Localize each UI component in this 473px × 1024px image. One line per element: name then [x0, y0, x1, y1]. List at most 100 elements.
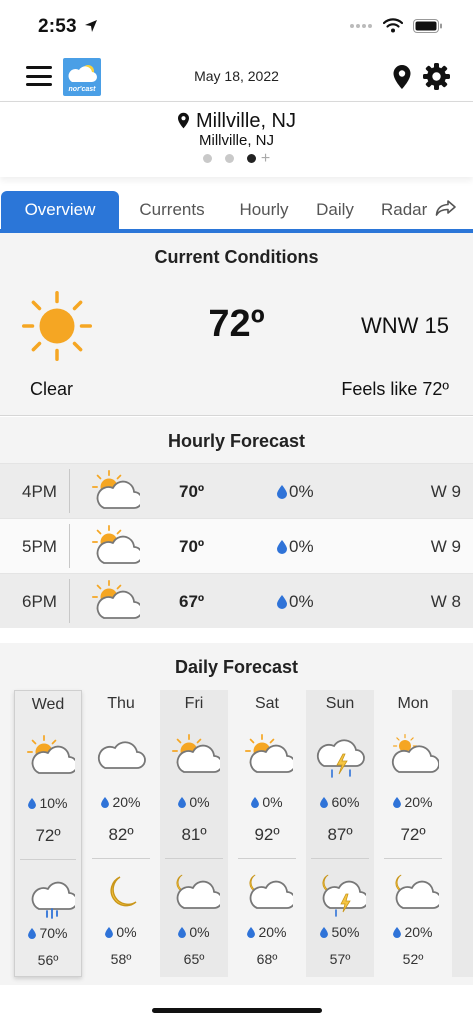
day-precip: 60%: [306, 794, 374, 810]
hour-temp: 70º: [179, 537, 205, 556]
hourly-row[interactable]: 4PM 70º 0% W 9: [0, 463, 473, 518]
home-indicator[interactable]: [152, 1008, 322, 1013]
raindrop-icon: [105, 927, 114, 938]
map-pin-icon: [177, 112, 190, 129]
partly-cloudy-night-icon: [395, 874, 439, 909]
hour-precip: 0%: [277, 482, 314, 502]
day-column-wed[interactable]: Wed 10% 72º 70% 56º: [14, 690, 82, 977]
raindrop-icon: [320, 797, 329, 808]
day-low: 65º: [183, 951, 205, 967]
status-bar: 2:53: [0, 0, 473, 54]
tab-hourly[interactable]: Hourly: [228, 191, 300, 229]
location-bar[interactable]: Millville, NJ Millville, NJ +: [0, 101, 473, 177]
share-arrow-icon: [435, 200, 456, 216]
night-precip: 0%: [87, 924, 155, 940]
night-precip: 70%: [15, 925, 81, 941]
location-arrow-icon: [85, 20, 98, 32]
status-time: 2:53: [38, 16, 98, 38]
status-icons: [349, 18, 443, 33]
raindrop-icon: [247, 927, 256, 938]
partly-sunny-icon: [91, 470, 140, 509]
page-dot[interactable]: [224, 154, 234, 163]
day-column-sun[interactable]: Sun 60% 87º 50% 57º: [306, 690, 374, 977]
battery-icon: [413, 18, 442, 33]
day-precip: 20%: [87, 794, 155, 810]
raindrop-icon: [251, 797, 260, 808]
day-name: Mon: [397, 695, 429, 712]
hour-wind: W 9: [430, 482, 461, 501]
page-dot-active[interactable]: [246, 154, 256, 163]
app-header: nor'cast May 18, 2022: [0, 54, 473, 100]
day-column-sat[interactable]: Sat 0% 92º 20% 68º: [233, 690, 301, 977]
hour-precip: 0%: [277, 537, 314, 557]
day-column-thu[interactable]: Thu 20% 82º 0% 58º: [87, 690, 155, 977]
raindrop-icon: [28, 928, 37, 939]
day-low: 68º: [256, 951, 278, 967]
tab-radar[interactable]: Radar: [376, 191, 462, 229]
current-condition: Clear: [30, 379, 74, 399]
raindrop-icon: [277, 595, 287, 609]
day-name: Sun: [325, 695, 355, 712]
partly-cloudy-night-icon: [249, 874, 293, 909]
day-precip: 20%: [379, 794, 447, 810]
day-high: 81º: [181, 825, 207, 844]
thunderstorm-icon: [316, 739, 365, 778]
hourly-row[interactable]: 5PM 70º 0% W 9: [0, 518, 473, 573]
day-high: 92º: [254, 825, 280, 844]
partly-cloudy-night-icon: [176, 874, 220, 909]
tab-bar: Overview Currents Hourly Daily Radar: [0, 191, 473, 233]
day-high: 87º: [327, 825, 353, 844]
partly-sunny-icon: [91, 524, 140, 564]
day-column-fri[interactable]: Fri 0% 81º 0% 65º: [160, 690, 228, 977]
raindrop-icon: [178, 927, 187, 938]
day-low: 56º: [37, 952, 59, 968]
day-precip: 0%: [233, 794, 301, 810]
day-name: Wed: [31, 696, 65, 713]
partly-sunny-icon: [91, 579, 140, 619]
partly-sunny-icon: [245, 733, 293, 773]
page-indicator[interactable]: +: [0, 151, 473, 167]
partly-sunny-icon: [172, 733, 220, 773]
hour-precip: 0%: [277, 592, 314, 612]
mostly-cloudy-icon: [391, 733, 439, 773]
tab-overview[interactable]: Overview: [1, 191, 119, 229]
hour-temp: 70º: [179, 482, 205, 501]
day-name: Thu: [107, 695, 135, 712]
tab-daily[interactable]: Daily: [308, 191, 362, 229]
hourly-row[interactable]: 6PM 67º 0% W 8: [0, 573, 473, 628]
rain-cloud-icon: [31, 881, 75, 919]
moon-icon: [110, 876, 137, 907]
cloud-icon: [97, 741, 146, 769]
raindrop-icon: [178, 797, 187, 808]
hour-time: 5PM: [22, 537, 57, 556]
page-dot[interactable]: [202, 154, 212, 163]
day-low: 58º: [110, 951, 132, 967]
daily-forecast[interactable]: Daily Forecast Wed 10% 72º 70% 56º Thu 2…: [0, 643, 473, 985]
logo-text: nor'cast: [68, 86, 96, 93]
location-secondary: Millville, NJ: [199, 132, 274, 149]
night-precip: 20%: [233, 924, 301, 940]
tab-currents[interactable]: Currents: [124, 191, 220, 229]
signal-icon: [350, 23, 372, 28]
gear-icon[interactable]: [423, 63, 450, 90]
wifi-icon: [383, 18, 403, 33]
daily-forecast-title: Daily Forecast: [174, 657, 299, 677]
day-low: 52º: [402, 951, 424, 967]
day-column-partial[interactable]: [452, 690, 473, 977]
feels-like: Feels like 72º: [341, 379, 449, 399]
hourly-list[interactable]: 4PM 70º 0% W 9 5PM 70º 0% W 9 6PM 67º 0%…: [0, 463, 473, 628]
current-conditions-title: Current Conditions: [154, 247, 319, 267]
hour-temp: 67º: [179, 592, 205, 611]
current-conditions[interactable]: Current Conditions 72º WNW 15 Clear Feel…: [0, 233, 473, 416]
day-high: 72º: [35, 826, 61, 845]
hourly-forecast-header: Hourly Forecast: [0, 417, 473, 463]
day-precip: 0%: [160, 794, 228, 810]
night-precip: 20%: [379, 924, 447, 940]
add-location-icon[interactable]: +: [261, 151, 270, 167]
location-primary: Millville, NJ: [0, 110, 473, 133]
map-pin-icon[interactable]: [392, 64, 412, 90]
hour-time: 4PM: [22, 482, 57, 501]
hour-wind: W 8: [430, 592, 461, 611]
day-name: Sat: [254, 695, 279, 712]
day-column-mon[interactable]: Mon 20% 72º 20% 52º: [379, 690, 447, 977]
